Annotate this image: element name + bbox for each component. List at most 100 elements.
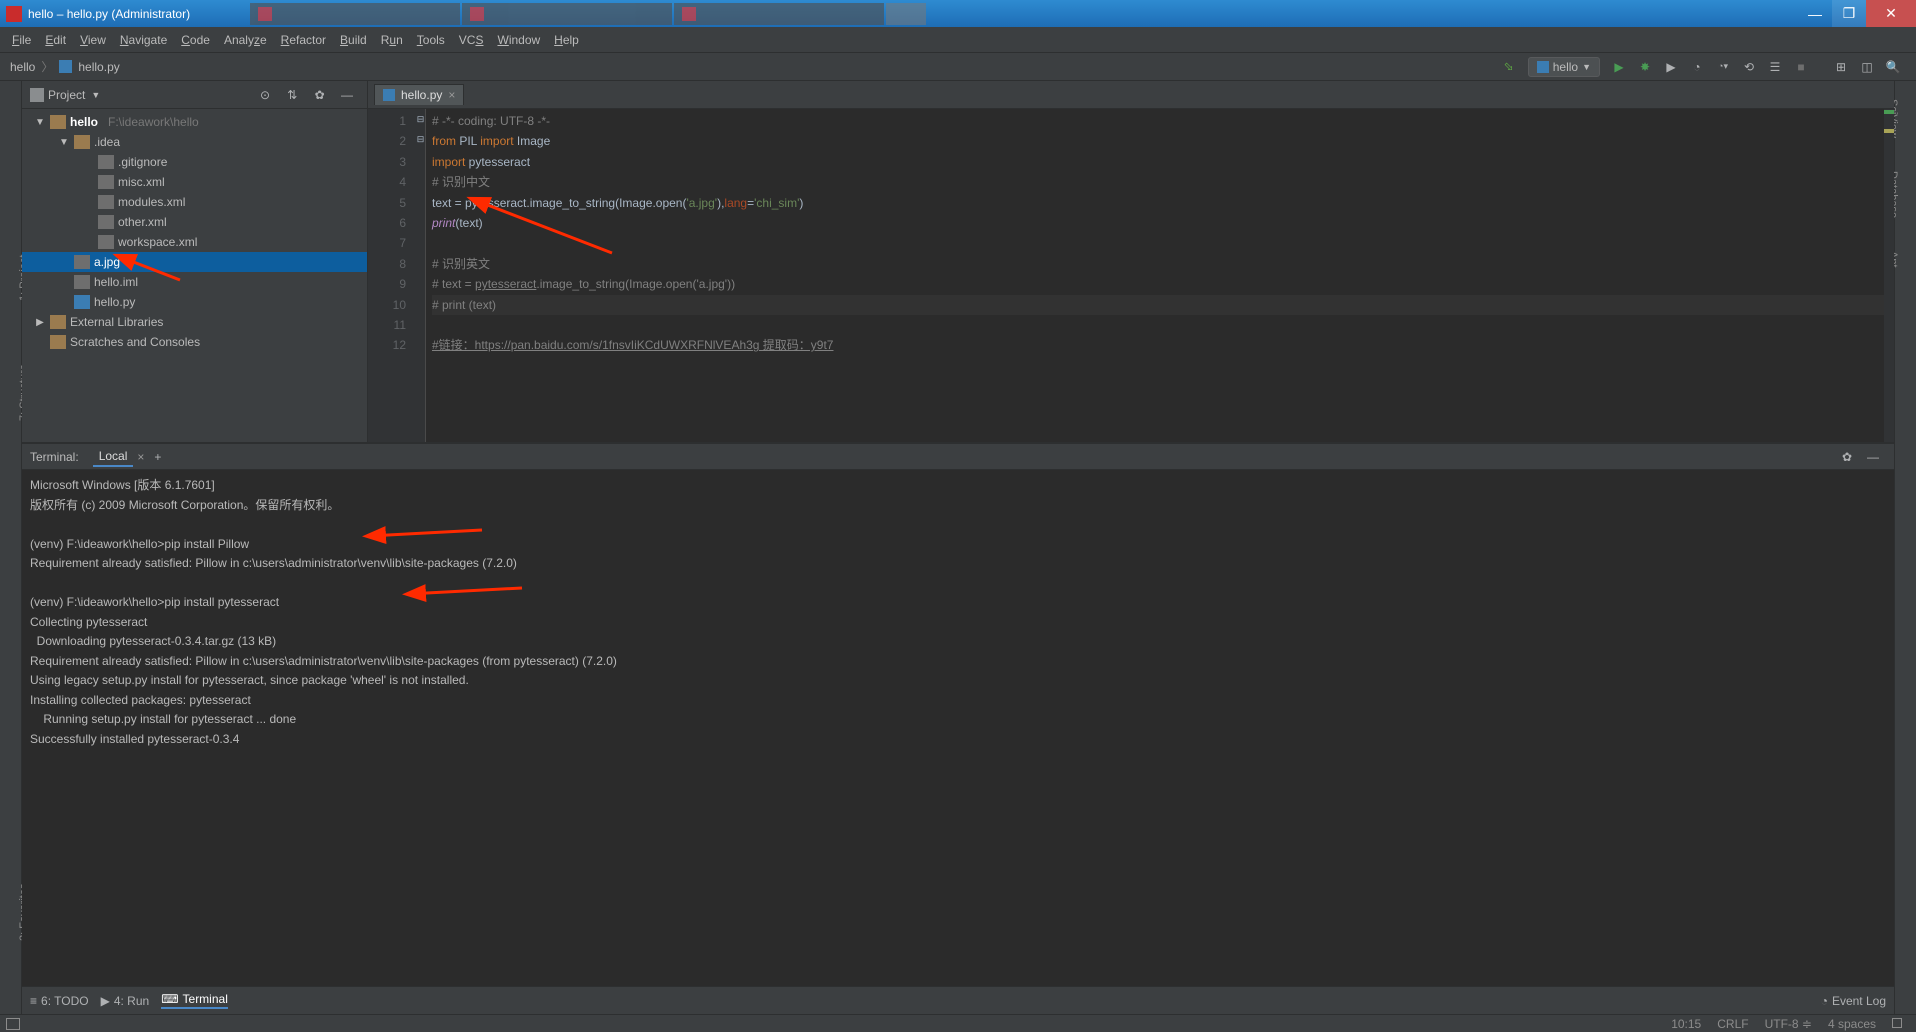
- terminal-settings-icon[interactable]: ✿: [1837, 447, 1857, 467]
- git-icon[interactable]: ◫: [1857, 57, 1877, 77]
- window-title: hello – hello.py (Administrator): [28, 7, 210, 21]
- tree-row[interactable]: .gitignore: [22, 152, 367, 172]
- menu-vcs[interactable]: VCS: [453, 30, 490, 50]
- breadcrumb-project[interactable]: hello: [10, 60, 35, 74]
- chevron-down-icon[interactable]: ▼: [91, 90, 100, 100]
- search-everywhere-icon[interactable]: 🔍: [1883, 57, 1903, 77]
- cursor-position[interactable]: 10:15: [1663, 1017, 1709, 1031]
- project-title: Project: [48, 88, 85, 102]
- line-gutter[interactable]: 123456789101112: [368, 109, 416, 442]
- run-config-selector[interactable]: hello ▼: [1528, 57, 1600, 77]
- right-tool-stripe: SciView Database Ant: [1894, 81, 1916, 1014]
- tree-row[interactable]: workspace.xml: [22, 232, 367, 252]
- menu-analyze[interactable]: Analyze: [218, 30, 273, 50]
- update-project-icon[interactable]: ⊞: [1831, 57, 1851, 77]
- menu-bar: File Edit View Navigate Code Analyze Ref…: [0, 27, 1916, 53]
- coverage-button[interactable]: ▶: [1661, 57, 1681, 77]
- tree-row[interactable]: other.xml: [22, 212, 367, 232]
- toggle-tool-windows-icon[interactable]: [6, 1018, 20, 1030]
- menu-window[interactable]: Window: [491, 30, 546, 50]
- code-area[interactable]: # -*- coding: UTF-8 -*-from PIL import I…: [426, 109, 1894, 442]
- tree-row[interactable]: hello.iml: [22, 272, 367, 292]
- maximize-button[interactable]: ❐: [1832, 0, 1866, 27]
- project-tree[interactable]: ▼helloF:\ideawork\hello▼.idea.gitignorem…: [22, 109, 367, 355]
- python-icon: [383, 89, 395, 101]
- tree-row[interactable]: a.jpg: [22, 252, 367, 272]
- python-icon: [59, 60, 72, 73]
- editor-tab-label: hello.py: [401, 88, 442, 102]
- indent-setting[interactable]: 4 spaces: [1820, 1017, 1884, 1031]
- tree-row[interactable]: misc.xml: [22, 172, 367, 192]
- concurrency-button[interactable]: ◔▾: [1713, 57, 1733, 77]
- readonly-lock-icon[interactable]: [1884, 1017, 1910, 1031]
- terminal-header: Terminal: Local × + ✿ —: [22, 444, 1894, 470]
- profile-button[interactable]: ◔: [1687, 57, 1707, 77]
- python-icon: [1537, 61, 1549, 73]
- bottom-tool-bar: ≡6: TODO ▶4: Run ⌨Terminal ◔Event Log: [22, 986, 1894, 1014]
- run-button[interactable]: ▶: [1609, 57, 1629, 77]
- close-tab-icon[interactable]: ×: [448, 88, 455, 102]
- navigation-bar: hello 〉 hello.py ⇩ hello ▼ ▶ ✸ ▶ ◔ ◔▾ ⟲ …: [0, 53, 1916, 81]
- expand-all-icon[interactable]: ⇅: [282, 85, 302, 105]
- hide-terminal-icon[interactable]: —: [1863, 447, 1883, 467]
- tree-row[interactable]: Scratches and Consoles: [22, 332, 367, 352]
- breadcrumb-file[interactable]: hello.py: [78, 60, 119, 74]
- line-separator[interactable]: CRLF: [1709, 1017, 1756, 1031]
- project-header: Project ▼ ⊙ ⇅ ✿ —: [22, 81, 367, 109]
- menu-run[interactable]: Run: [375, 30, 409, 50]
- status-bar: 10:15 CRLF UTF-8 ≑ 4 spaces: [0, 1014, 1916, 1032]
- editor: hello.py × 123456789101112 ⊟⊟ # -*- codi…: [368, 81, 1894, 442]
- breadcrumb[interactable]: hello 〉 hello.py: [10, 58, 120, 75]
- run-anything-button[interactable]: ☰: [1765, 57, 1785, 77]
- fold-strip[interactable]: ⊟⊟: [416, 109, 426, 442]
- tree-row[interactable]: ▶External Libraries: [22, 312, 367, 332]
- menu-build[interactable]: Build: [334, 30, 373, 50]
- build-icon[interactable]: ⇩: [1495, 52, 1523, 80]
- minimize-button[interactable]: —: [1798, 0, 1832, 27]
- editor-tab-bar: hello.py ×: [368, 81, 1894, 109]
- tree-row[interactable]: modules.xml: [22, 192, 367, 212]
- menu-tools[interactable]: Tools: [411, 30, 451, 50]
- left-tool-stripe: 1: Project 7: Structure 2: Favorites: [0, 81, 22, 1014]
- marker-bar[interactable]: [1884, 109, 1894, 442]
- bg-tab: [462, 3, 672, 25]
- attach-button[interactable]: ⟲: [1739, 57, 1759, 77]
- menu-refactor[interactable]: Refactor: [275, 30, 332, 50]
- chevron-down-icon: ▼: [1582, 62, 1591, 72]
- event-log-tab[interactable]: ◔Event Log: [1821, 994, 1886, 1008]
- menu-edit[interactable]: Edit: [39, 30, 72, 50]
- project-tool-window: Project ▼ ⊙ ⇅ ✿ — ▼helloF:\ideawork\hell…: [22, 81, 368, 442]
- tree-row[interactable]: hello.py: [22, 292, 367, 312]
- settings-icon[interactable]: ✿: [310, 85, 330, 105]
- terminal-tab-local[interactable]: Local: [93, 447, 134, 467]
- window-title-bar: hello – hello.py (Administrator) — ❐ ✕: [0, 0, 1916, 27]
- close-terminal-tab-icon[interactable]: ×: [137, 450, 144, 464]
- hide-icon[interactable]: —: [337, 85, 357, 105]
- bg-tab: [674, 3, 884, 25]
- app-icon: [6, 6, 22, 22]
- run-tab[interactable]: ▶4: Run: [101, 994, 150, 1008]
- breadcrumb-sep: 〉: [41, 58, 53, 75]
- file-encoding[interactable]: UTF-8 ≑: [1757, 1017, 1820, 1031]
- locate-icon[interactable]: ⊙: [255, 85, 275, 105]
- bg-tab: [250, 3, 460, 25]
- terminal-tab[interactable]: ⌨Terminal: [161, 992, 228, 1009]
- debug-button[interactable]: ✸: [1635, 57, 1655, 77]
- menu-navigate[interactable]: Navigate: [114, 30, 173, 50]
- project-icon: [30, 88, 44, 102]
- terminal-tool-window: Terminal: Local × + ✿ — Microsoft Window…: [22, 443, 1894, 986]
- menu-file[interactable]: File: [6, 30, 37, 50]
- editor-tab-hello-py[interactable]: hello.py ×: [374, 84, 464, 105]
- tree-row[interactable]: ▼.idea: [22, 132, 367, 152]
- background-tabs: [250, 3, 926, 25]
- menu-view[interactable]: View: [74, 30, 112, 50]
- todo-tab[interactable]: ≡6: TODO: [30, 994, 89, 1008]
- menu-code[interactable]: Code: [175, 30, 216, 50]
- stop-button[interactable]: ■: [1791, 57, 1811, 77]
- terminal-output[interactable]: Microsoft Windows [版本 6.1.7601]版权所有 (c) …: [22, 470, 1894, 986]
- tree-row[interactable]: ▼helloF:\ideawork\hello: [22, 112, 367, 132]
- close-button[interactable]: ✕: [1866, 0, 1916, 27]
- run-config-label: hello: [1553, 60, 1578, 74]
- new-terminal-icon[interactable]: +: [154, 450, 161, 464]
- menu-help[interactable]: Help: [548, 30, 585, 50]
